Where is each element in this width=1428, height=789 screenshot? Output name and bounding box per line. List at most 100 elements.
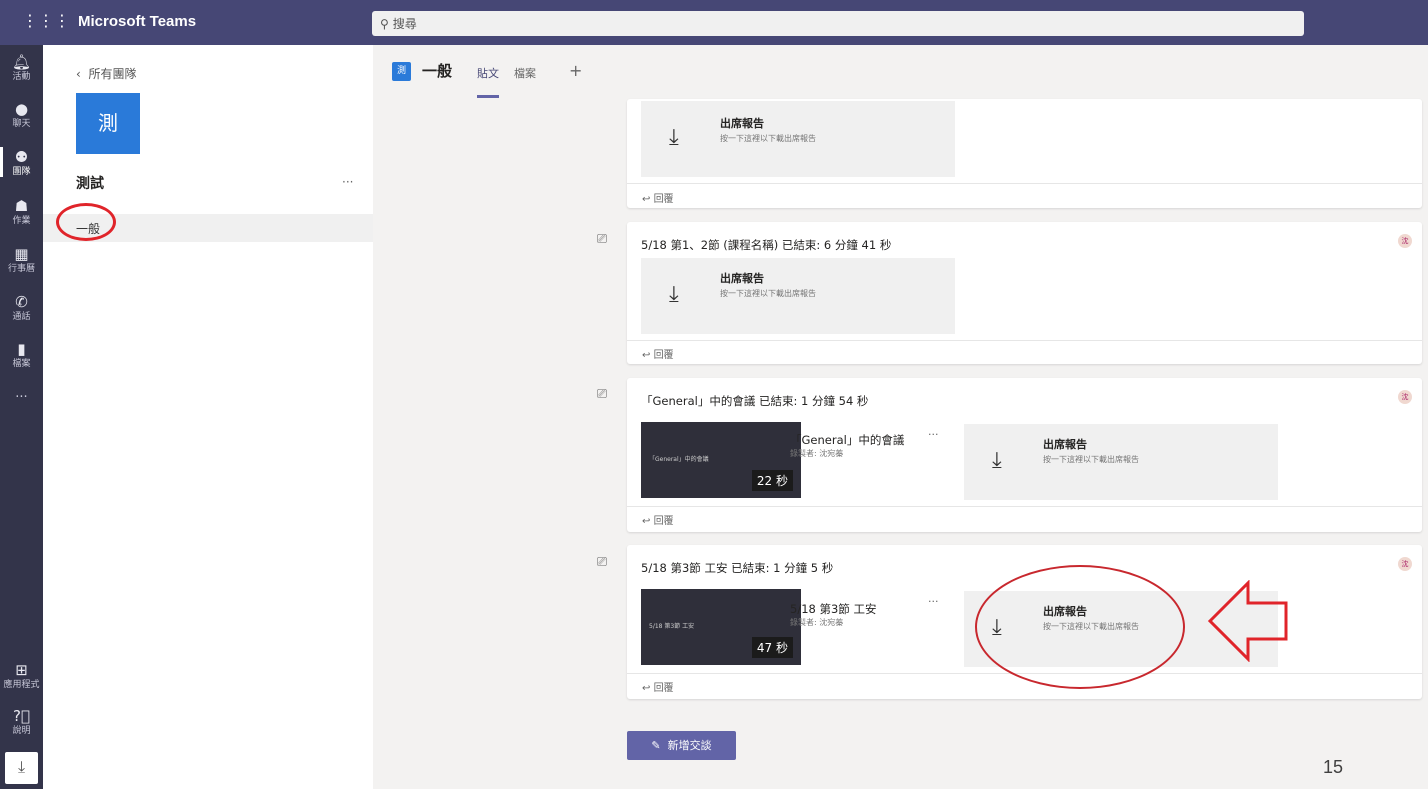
thumbnail-label: 5/18 第3節 工安 (649, 623, 695, 630)
avatar: 沈 (1398, 234, 1412, 248)
attendance-report-card[interactable]: ⤓ 出席報告 按一下這裡以下載出席報告 (641, 101, 955, 177)
reply-button[interactable]: ↩ 回覆 (642, 346, 674, 361)
rail-label: 聊天 (12, 119, 31, 129)
rail-label: 通話 (12, 312, 31, 322)
rail-label: 檔案 (12, 359, 31, 369)
report-subtitle: 按一下這裡以下載出席報告 (720, 134, 816, 143)
title-bar: ⋮⋮⋮ Microsoft Teams ⚲ 搜尋 (0, 0, 1428, 45)
reply-button[interactable]: ↩ 回覆 (642, 679, 674, 694)
post-subject: 5/18 第1、2節 (課程名稱) 已結束: 6 分鐘 41 秒 (641, 238, 892, 252)
divider (627, 340, 1422, 341)
rail-apps[interactable]: ⊞ 應用程式 (0, 662, 43, 691)
report-subtitle: 按一下這裡以下載出席報告 (720, 289, 816, 298)
rail-chat[interactable]: ● 聊天 (0, 101, 43, 130)
reply-button[interactable]: ↩ 回覆 (642, 190, 674, 205)
rail-assignments[interactable]: ☗ 作業 (0, 198, 43, 227)
download-icon: ⤓ (669, 125, 679, 150)
meeting-icon: ⎚ (596, 387, 608, 402)
page-number: 15 (1323, 757, 1344, 777)
divider (627, 183, 1422, 184)
annotation-circle (56, 203, 116, 241)
back-label: 所有團隊 (88, 67, 137, 81)
active-tab-indicator (477, 95, 499, 98)
recording-more-button[interactable]: ··· (928, 428, 939, 441)
team-more-options-button[interactable]: ··· (342, 175, 353, 189)
calendar-icon: ▦ (14, 245, 29, 263)
avatar: 沈 (1398, 390, 1412, 404)
rail-label: 應用程式 (3, 680, 40, 690)
recording-more-button[interactable]: ··· (928, 595, 939, 608)
team-name: 測試 (76, 176, 104, 192)
reply-label: 回覆 (653, 516, 674, 527)
recording-duration: 22 秒 (751, 470, 793, 491)
back-to-teams-link[interactable]: ‹ 所有團隊 (76, 65, 136, 82)
more-icon: ... (15, 386, 28, 401)
post-card: 「General」中的會議 已結束: 1 分鐘 54 秒 「General」中的… (627, 378, 1422, 532)
phone-icon: ✆ (15, 293, 28, 311)
recording-owner: 錄製者: 沈宛蓁 (790, 449, 844, 458)
search-icon: ⚲ (380, 17, 389, 31)
channel-title: 一般 (422, 62, 453, 80)
thumbnail-label: 「General」中的會議 (649, 456, 709, 463)
new-conversation-label: 新增交談 (667, 739, 712, 752)
app-name: Microsoft Teams (78, 13, 197, 30)
recording-thumbnail[interactable]: 「General」中的會議 22 秒 (641, 422, 801, 498)
file-icon: ▮ (17, 340, 26, 358)
arrow-shape (1207, 580, 1288, 662)
rail-label: 說明 (12, 726, 31, 736)
post-card: ⤓ 出席報告 按一下這裡以下載出席報告 ↩ 回覆 (627, 99, 1422, 208)
rail-calls[interactable]: ✆ 通話 (0, 294, 43, 323)
reply-label: 回覆 (653, 683, 674, 694)
post-subject: 5/18 第3節 工安 已結束: 1 分鐘 5 秒 (641, 561, 834, 575)
team-avatar: 測 (76, 93, 140, 154)
reply-label: 回覆 (653, 350, 674, 361)
report-title: 出席報告 (720, 117, 764, 130)
chevron-left-icon: ‹ (76, 67, 81, 81)
tab-posts[interactable]: 貼文 (477, 65, 499, 81)
recording-owner: 錄製者: 沈宛蓁 (790, 618, 844, 627)
new-conversation-button[interactable]: ✎ 新增交談 (627, 731, 736, 760)
download-icon: ⤓ (992, 448, 1002, 473)
search-input[interactable]: ⚲ 搜尋 (372, 11, 1304, 36)
channel-header: 測 一般 貼文 檔案 + (373, 45, 1428, 98)
help-icon: ?⃝ (13, 707, 30, 725)
post-card: 5/18 第1、2節 (課程名稱) 已結束: 6 分鐘 41 秒 ⤓ 出席報告 … (627, 222, 1422, 364)
rail-label: 行事曆 (7, 264, 35, 274)
recording-title: 5/18 第3節 工安 (790, 602, 877, 616)
rail-calendar[interactable]: ▦ 行事曆 (0, 246, 43, 275)
recording-title: 「General」中的會議 (790, 433, 905, 447)
download-icon[interactable]: ⤓ (5, 752, 38, 784)
rail-more[interactable]: ... (0, 386, 43, 401)
team-panel: ‹ 所有團隊 測 測試 ··· 一般 (43, 45, 373, 789)
add-tab-button[interactable]: + (569, 61, 582, 80)
compose-icon: ✎ (651, 739, 661, 752)
annotation-circle (975, 565, 1185, 689)
attendance-report-card[interactable]: ⤓ 出席報告 按一下這裡以下載出席報告 (641, 258, 955, 334)
report-title: 出席報告 (720, 272, 764, 285)
divider (627, 506, 1422, 507)
channel-avatar: 測 (392, 62, 411, 81)
apps-icon: ⊞ (15, 661, 28, 679)
rail-help[interactable]: ?⃝ 說明 (0, 708, 43, 737)
teams-icon: ⚉ (14, 148, 29, 166)
recording-thumbnail[interactable]: 5/18 第3節 工安 47 秒 (641, 589, 801, 665)
annotation-arrow (1207, 580, 1288, 662)
meeting-icon: ⎚ (596, 232, 608, 247)
search-placeholder: 搜尋 (392, 17, 417, 31)
reply-button[interactable]: ↩ 回覆 (642, 512, 674, 527)
recording-duration: 47 秒 (751, 637, 793, 658)
rail-activity[interactable]: 🔔︎ 活動 (0, 54, 43, 83)
reply-label: 回覆 (653, 194, 674, 205)
rail-label: 作業 (12, 216, 31, 226)
rail-label: 活動 (12, 72, 31, 82)
attendance-report-card[interactable]: ⤓ 出席報告 按一下這裡以下載出席報告 (964, 424, 1278, 500)
report-subtitle: 按一下這裡以下載出席報告 (1043, 455, 1139, 464)
meeting-icon: ⎚ (596, 555, 608, 570)
tab-files[interactable]: 檔案 (514, 65, 536, 81)
app-launcher-icon[interactable]: ⋮⋮⋮ (22, 13, 70, 29)
app-rail: 🔔︎ 活動 ● 聊天 ⚉ 團隊 ☗ 作業 ▦ 行事曆 ✆ 通話 ▮ 檔案 ...… (0, 45, 43, 789)
post-subject: 「General」中的會議 已結束: 1 分鐘 54 秒 (641, 394, 869, 408)
rail-teams[interactable]: ⚉ 團隊 (0, 147, 43, 178)
rail-files[interactable]: ▮ 檔案 (0, 341, 43, 370)
bell-icon: 🔔︎ (11, 53, 32, 71)
